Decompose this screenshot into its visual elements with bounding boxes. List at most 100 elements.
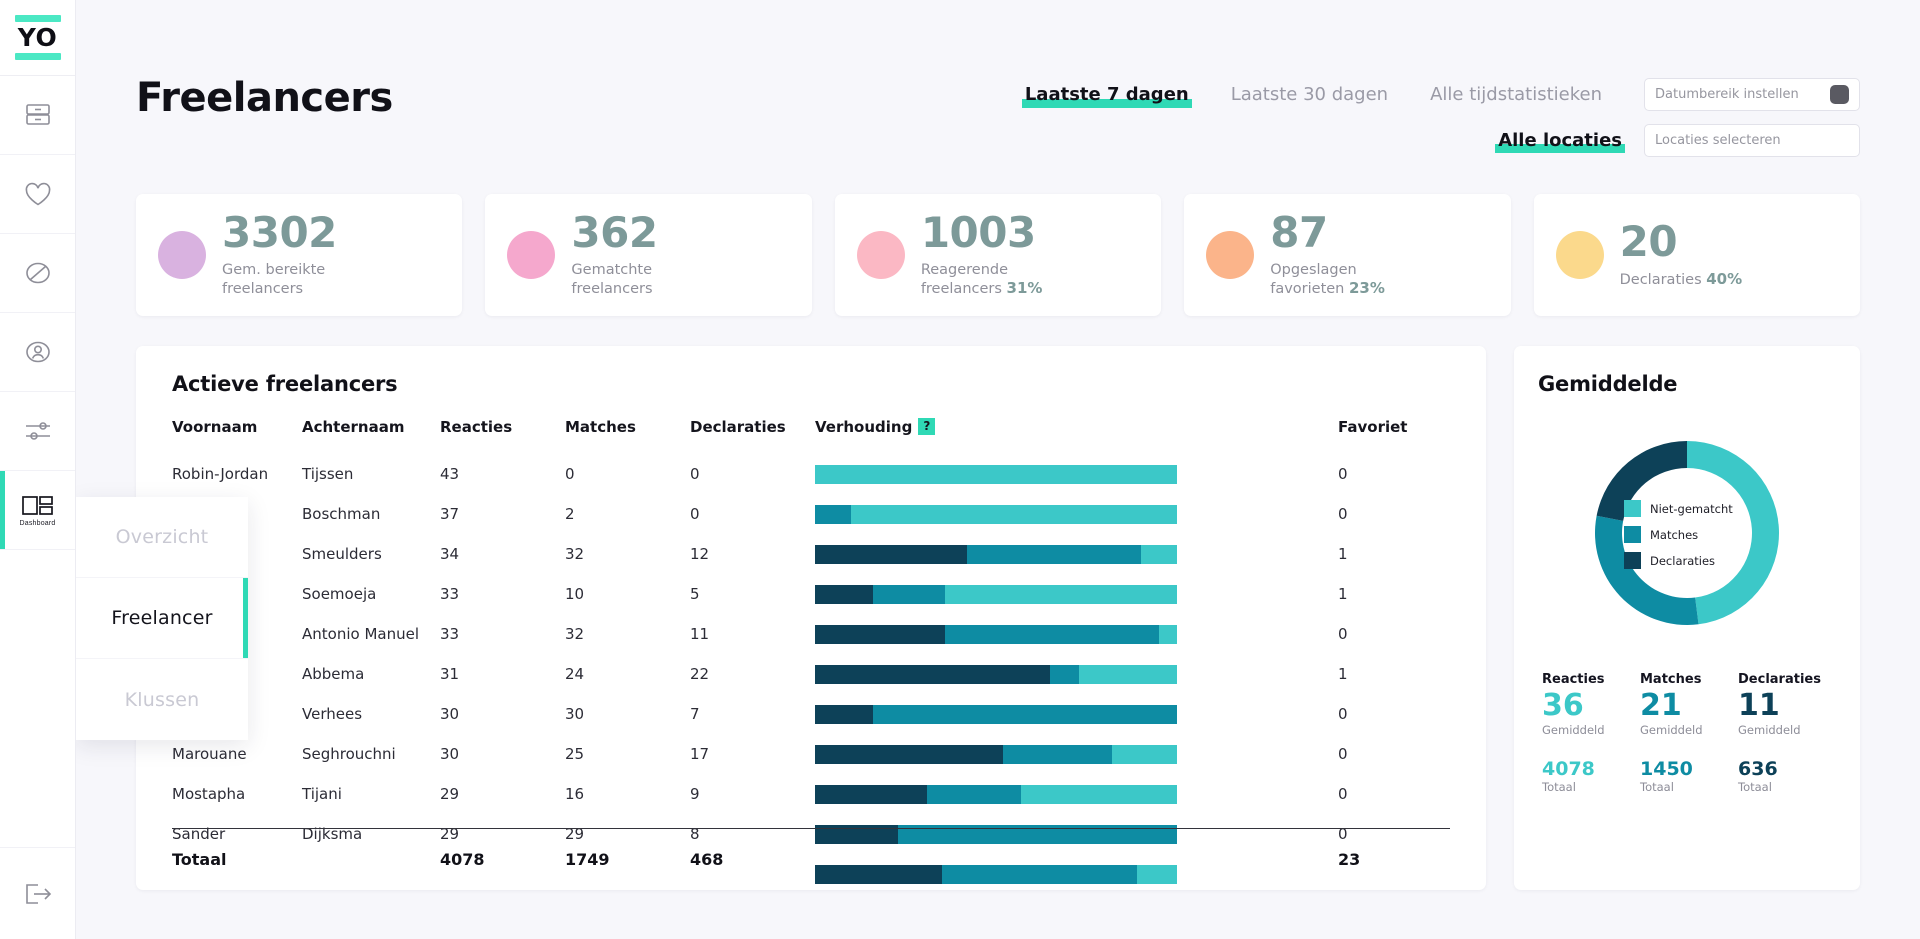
col-verhouding[interactable]: Verhouding?: [815, 418, 1338, 454]
help-icon[interactable]: ?: [918, 418, 936, 435]
kpi-value: 20: [1619, 216, 1678, 266]
table-body: Robin-JordanTijssen43000LindseyBoschman3…: [172, 454, 1450, 890]
table-row[interactable]: JuniorSoemoeja331051: [172, 574, 1450, 614]
cell-favoriet: 1: [1338, 665, 1348, 683]
submenu-item-overzicht-label: Overzicht: [115, 526, 209, 548]
col-matches[interactable]: Matches: [565, 418, 690, 454]
logout-button[interactable]: [0, 847, 75, 939]
submenu-item-freelancer[interactable]: Freelancer: [76, 578, 248, 659]
ratio-segment: [1021, 784, 1177, 804]
cell-voornaam: Marouane: [172, 745, 247, 763]
cell-favoriet: 0: [1338, 785, 1348, 803]
table-row[interactable]: StefSmeulders3432121: [172, 534, 1450, 574]
cell-favoriet: 1: [1338, 545, 1348, 563]
ratio-segment: [1050, 664, 1080, 684]
ratio-segment: [967, 544, 1141, 564]
cell-verhouding: [815, 694, 1338, 734]
total-stat: 636 Totaal: [1738, 758, 1836, 794]
locations-placeholder: Locaties selecteren: [1655, 133, 1781, 148]
sidebar-item-archive[interactable]: [0, 76, 75, 155]
date-range-input[interactable]: Datumbereik instellen: [1644, 78, 1860, 111]
legend-item: Matches: [1624, 526, 1733, 543]
cell-voornaam: Mostapha: [172, 785, 246, 803]
ratio-segment: [1140, 544, 1177, 564]
sidebar-item-blocked[interactable]: [0, 234, 75, 313]
col-achternaam[interactable]: Achternaam: [302, 418, 440, 454]
kpi-dot: [856, 231, 905, 279]
ratio-segment: [851, 504, 1177, 524]
kpi-dot: [158, 231, 206, 279]
col-reacties[interactable]: Reacties: [440, 418, 565, 454]
table-row[interactable]: Marouane Seghrouchni 30 25 17 0: [172, 734, 1450, 774]
donut-title: Gemiddelde: [1538, 372, 1678, 396]
cell-reacties: 37: [440, 505, 460, 523]
sidebar-item-favorites[interactable]: [0, 155, 75, 234]
table-row[interactable]: MauroAntonio Manuel3332110: [172, 614, 1450, 654]
sidebar-item-dashboard[interactable]: Dashboard: [0, 471, 75, 550]
cell-achternaam: Antonio Manuel: [302, 625, 419, 643]
ratio-segment: [927, 784, 1022, 804]
tab-last-30-days[interactable]: Laatste 30 dagen: [1231, 84, 1388, 106]
locations-select[interactable]: Locaties selecteren: [1644, 124, 1860, 157]
tab-last-7-days-label: Laatste 7 dagen: [1024, 83, 1189, 105]
table-total-row: Totaal 4078 1749 468 23: [172, 828, 1450, 890]
col-voornaam[interactable]: Voornaam: [172, 418, 302, 454]
submenu-item-overzicht[interactable]: Overzicht: [76, 497, 248, 578]
cell-verhouding: [815, 774, 1338, 814]
kpi-card: 362 Gematchte freelancers: [485, 194, 812, 316]
cell-verhouding: [815, 534, 1338, 574]
all-locations-link[interactable]: Alle locaties: [1495, 130, 1625, 153]
brand-logo[interactable]: YO: [0, 0, 75, 76]
ratio-segment: [1158, 624, 1177, 644]
kpi-card: 20 Declaraties 40%: [1533, 194, 1861, 316]
legend-swatch: [1624, 552, 1641, 569]
sidebar-item-profile[interactable]: [0, 313, 75, 392]
sliders-icon: [25, 422, 50, 440]
kpi-label: Reagerende freelancers 31%: [920, 261, 1043, 297]
average-stat-header: Reacties: [1542, 672, 1605, 687]
table-title: Actieve freelancers: [172, 372, 398, 396]
cell-achternaam: Boschman: [302, 505, 381, 523]
kpi-dot: [1206, 231, 1255, 279]
cell-declaraties: 22: [690, 665, 710, 683]
calendar-icon[interactable]: [1830, 85, 1849, 104]
table-row[interactable]: LindseyBoschman37200: [172, 494, 1450, 534]
cell-favoriet: 0: [1338, 625, 1348, 643]
submenu-flyout: Overzicht Freelancer Klussen: [76, 497, 248, 740]
ratio-segment: [815, 704, 873, 724]
ratio-bar: [815, 544, 1177, 564]
main-content: Freelancers Laatste 7 dagen Laatste 30 d…: [76, 0, 1920, 939]
kpi-pct: 23%: [1348, 279, 1385, 297]
cell-declaraties: 12: [690, 545, 710, 563]
cell-favoriet: 0: [1338, 505, 1348, 523]
tab-last-7-days[interactable]: Laatste 7 dagen: [1021, 83, 1192, 108]
table-head: Voornaam Achternaam Reacties Matches Dec…: [172, 418, 1450, 454]
kpi-label: Opgeslagen favorieten 23%: [1270, 261, 1385, 297]
col-favoriet[interactable]: Favoriet: [1338, 418, 1450, 454]
col-declaraties[interactable]: Declaraties: [690, 418, 815, 454]
sidebar-item-settings[interactable]: [0, 392, 75, 471]
ratio-segment: [945, 584, 1177, 604]
legend-item: Niet-gematcht: [1624, 500, 1733, 517]
cell-matches: 32: [565, 545, 585, 563]
legend-item: Declaraties: [1624, 552, 1733, 569]
average-stat-value: 21: [1640, 688, 1682, 723]
kpi-card: 87 Opgeslagen favorieten 23%: [1184, 194, 1511, 316]
cell-declaraties: 7: [690, 705, 700, 723]
cell-declaraties: 0: [690, 505, 700, 523]
table-row[interactable]: RensAbbema3124221: [172, 654, 1450, 694]
cell-voornaam: Robin-Jordan: [172, 465, 269, 483]
ratio-segment: [815, 624, 946, 644]
submenu-item-klussen[interactable]: Klussen: [76, 659, 248, 740]
table-row[interactable]: Robin-Jordan Tijssen 43 0 0 0: [172, 454, 1450, 494]
kpi-pct: 40%: [1706, 269, 1743, 288]
average-stat-sub: Gemiddeld: [1640, 722, 1703, 737]
tab-all-time[interactable]: Alle tijdstatistieken: [1430, 84, 1602, 106]
cell-matches: 25: [565, 745, 585, 763]
legend-label: Niet-gematcht: [1650, 501, 1733, 516]
table-row[interactable]: MarkVerhees303070: [172, 694, 1450, 734]
cell-reacties: 33: [440, 585, 460, 603]
total-reacties: 4078: [440, 850, 485, 869]
table-row[interactable]: Mostapha Tijani 29 16 9 0: [172, 774, 1450, 814]
cell-matches: 10: [565, 585, 585, 603]
